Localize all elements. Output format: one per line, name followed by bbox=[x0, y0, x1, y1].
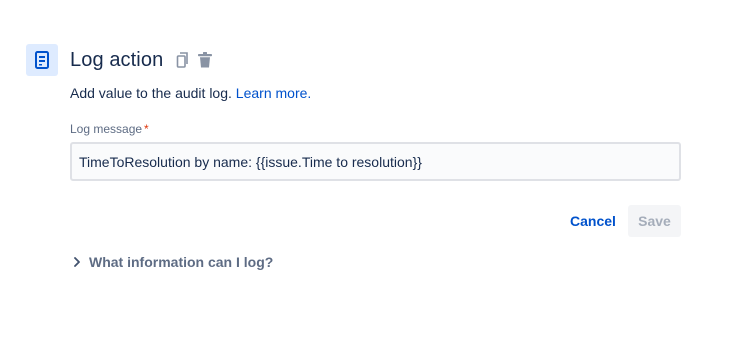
required-marker: * bbox=[144, 122, 149, 136]
document-icon bbox=[35, 51, 49, 69]
log-message-value: TimeToResolution by name: {{issue.Time t… bbox=[79, 153, 422, 170]
log-message-label: Log message * bbox=[70, 122, 149, 136]
log-action-panel: Log action Add value to the audit log. L… bbox=[0, 0, 748, 354]
header: Log action bbox=[70, 46, 215, 74]
learn-more-link[interactable]: Learn more. bbox=[236, 85, 311, 101]
delete-button[interactable] bbox=[195, 49, 215, 71]
description: Add value to the audit log. Learn more. bbox=[70, 85, 311, 101]
trash-icon bbox=[198, 52, 213, 68]
info-expander[interactable]: What information can I log? bbox=[70, 251, 273, 273]
log-message-input[interactable]: TimeToResolution by name: {{issue.Time t… bbox=[70, 142, 681, 181]
cancel-button[interactable]: Cancel bbox=[562, 205, 624, 237]
description-text: Add value to the audit log. bbox=[70, 85, 232, 101]
log-action-icon bbox=[26, 44, 58, 76]
chevron-right-icon bbox=[70, 255, 84, 269]
log-message-label-text: Log message bbox=[70, 122, 143, 136]
info-expander-label: What information can I log? bbox=[89, 254, 274, 270]
copy-icon bbox=[176, 52, 189, 68]
page-title: Log action bbox=[70, 48, 164, 71]
copy-button[interactable] bbox=[173, 49, 193, 71]
save-button[interactable]: Save bbox=[628, 205, 681, 237]
